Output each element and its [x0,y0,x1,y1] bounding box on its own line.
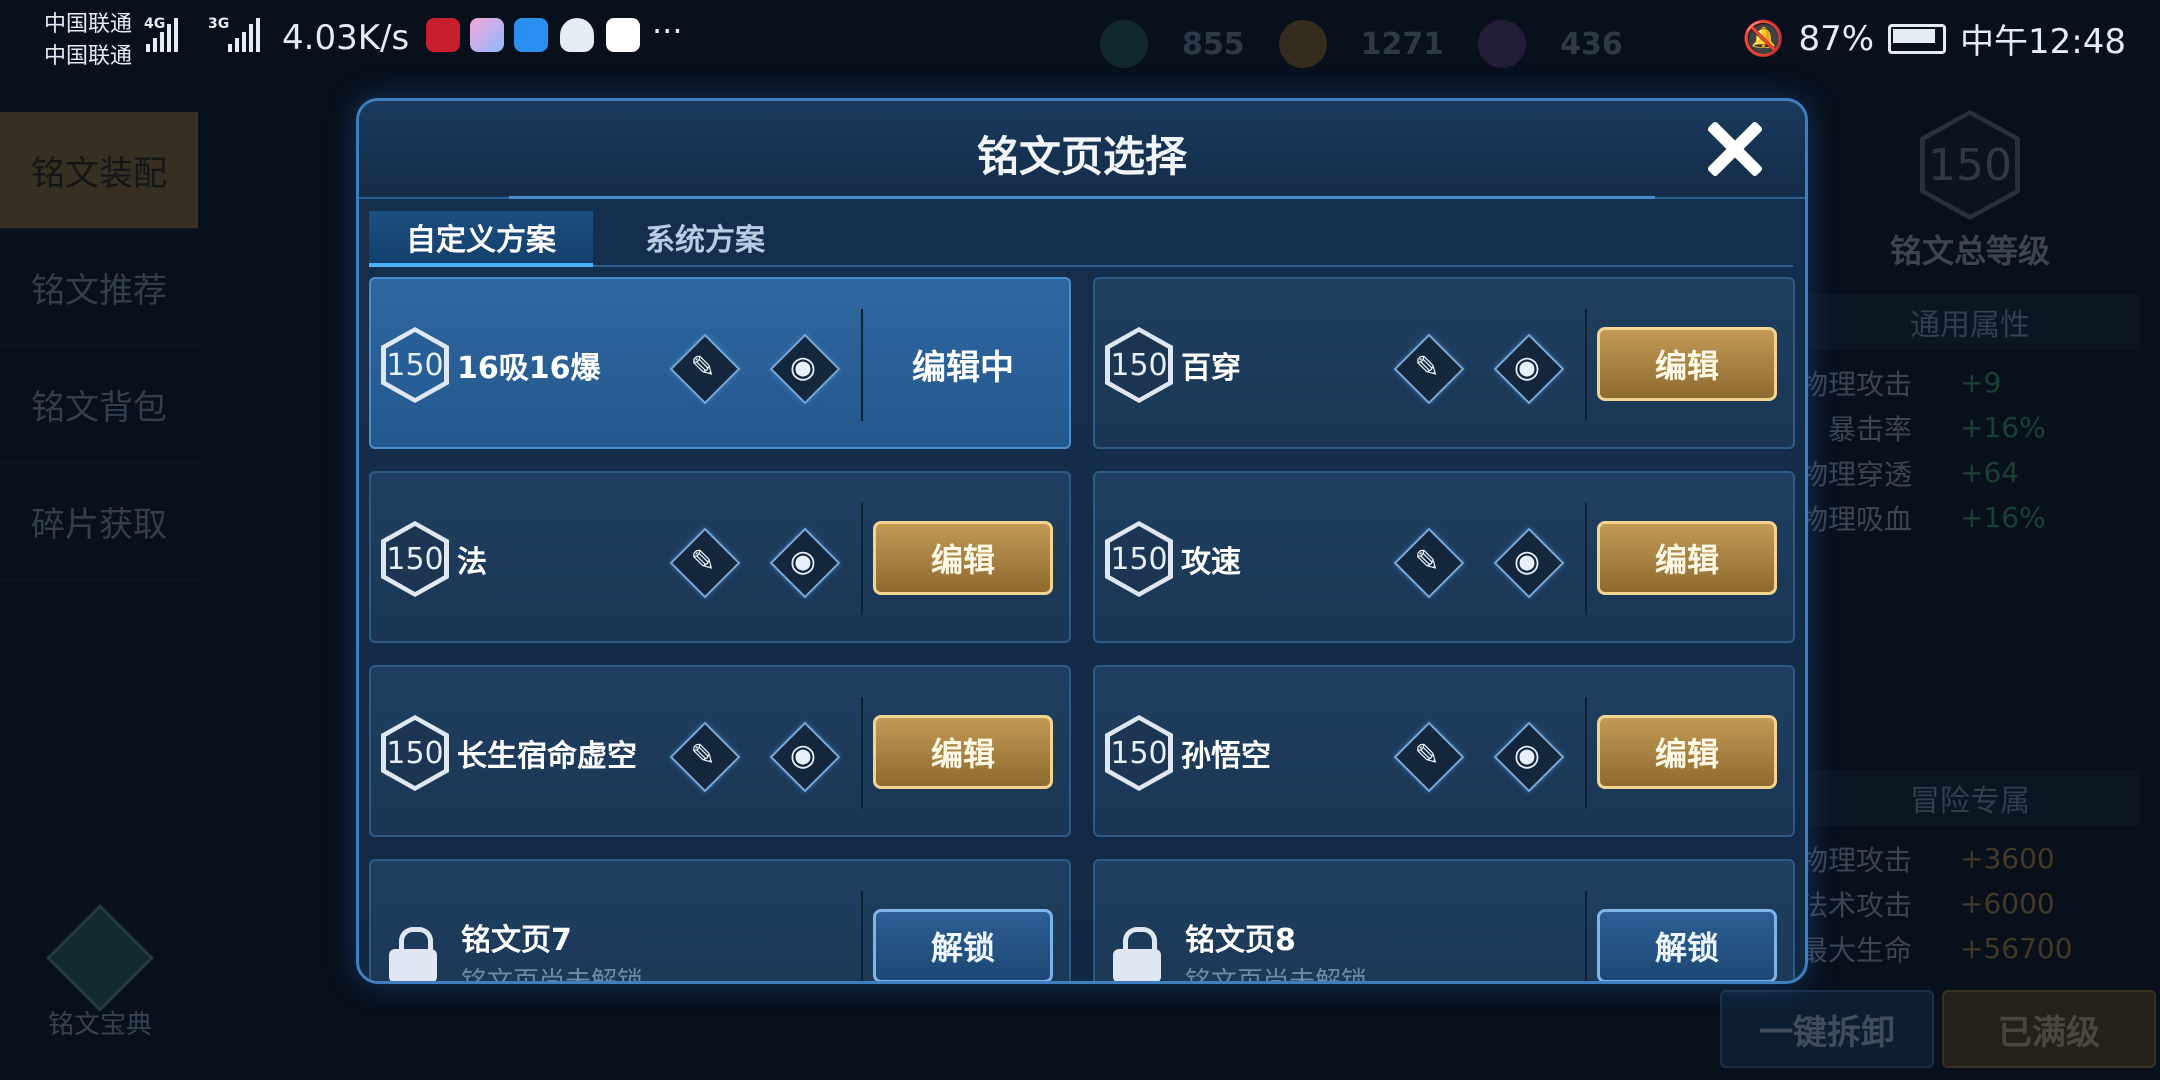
eye-icon: ◉ [789,349,817,385]
battery-percent: 87% [1798,18,1875,59]
eye-icon: ◉ [789,737,817,773]
clock: 中午12:48 [1960,22,2126,62]
mute-icon: 🔕 [1742,18,1785,59]
eye-icon: ◉ [1513,349,1541,385]
rename-button[interactable]: ✎ [667,331,741,405]
preview-button[interactable]: ◉ [767,525,841,599]
edit-button[interactable]: 编辑 [873,521,1053,595]
level-badge: 150 [1105,715,1173,791]
level-badge: 150 [381,327,449,403]
rune-page-name: 铭文页7 [461,923,572,958]
editing-status: 编辑中 [912,347,1014,388]
qq-icon [560,18,594,52]
signal-icon [228,18,260,52]
level-value: 150 [1110,526,1168,592]
edit-button[interactable]: 编辑 [1597,521,1777,595]
rune-page-name: 长生宿命虚空 [457,739,637,774]
app-notification-icon [470,18,504,52]
level-badge: 150 [381,715,449,791]
battery-icon [1888,23,1947,54]
level-badge: 150 [1105,521,1173,597]
divider [1585,503,1587,615]
network-speed: 4.03K/s [282,18,410,58]
level-value: 150 [386,332,444,398]
unlock-button[interactable]: 解锁 [1597,909,1777,981]
signal-icon [146,18,178,52]
divider [861,309,863,421]
locked-rune-page-card[interactable]: 铭文页7 铭文页尚未解锁 解锁 [369,859,1071,984]
pencil-icon: ✎ [1414,543,1440,579]
app-notification-icon [514,18,548,52]
carrier-2: 中国联通 [44,44,133,69]
divider [1585,697,1587,809]
preview-button[interactable]: ◉ [1491,719,1565,793]
pencil-icon: ✎ [690,543,716,579]
pencil-icon: ✎ [690,737,716,773]
level-value: 150 [1110,720,1168,786]
divider [861,891,863,981]
dialog-header: 铭文页选择 [359,101,1805,199]
more-icon: ··· [652,12,683,50]
network-type-2: 3G [208,16,230,32]
eye-icon: ◉ [789,543,817,579]
app-notification-icon [426,18,460,52]
unlock-button[interactable]: 解锁 [873,909,1053,981]
level-value: 150 [386,526,444,592]
rename-button[interactable]: ✎ [667,719,741,793]
tab-system-plans[interactable]: 系统方案 [593,211,817,263]
eye-icon: ◉ [1513,543,1541,579]
rename-button[interactable]: ✎ [1391,525,1465,599]
preview-button[interactable]: ◉ [767,331,841,405]
rename-button[interactable]: ✎ [1391,719,1465,793]
pencil-icon: ✎ [690,349,716,385]
divider [861,503,863,615]
lock-icon [1113,927,1161,981]
rune-page-card[interactable]: 150 16吸16爆 ✎ ◉ 编辑中 [369,277,1071,449]
tab-custom-plans[interactable]: 自定义方案 [369,211,593,267]
rune-page-name: 法 [457,545,487,580]
rune-page-card[interactable]: 150 法 ✎ ◉ 编辑 [369,471,1071,643]
rename-button[interactable]: ✎ [667,525,741,599]
rune-page-name: 16吸16爆 [457,351,601,386]
level-badge: 150 [381,521,449,597]
level-value: 150 [386,720,444,786]
rune-page-name: 攻速 [1181,545,1241,580]
locked-hint: 铭文页尚未解锁 [461,967,644,984]
rune-page-name: 铭文页8 [1185,923,1296,958]
preview-button[interactable]: ◉ [1491,525,1565,599]
tab-bar: 自定义方案 系统方案 [369,211,1793,267]
preview-button[interactable]: ◉ [767,719,841,793]
pencil-icon: ✎ [1414,349,1440,385]
rune-page-select-dialog: 铭文页选择 自定义方案 系统方案 150 16吸16爆 ✎ ◉ 编辑中 150 … [356,98,1808,984]
rune-page-card[interactable]: 150 百穿 ✎ ◉ 编辑 [1093,277,1795,449]
divider [1585,891,1587,981]
rune-page-name: 孙悟空 [1181,739,1271,774]
divider [1585,309,1587,421]
rune-page-card[interactable]: 150 孙悟空 ✎ ◉ 编辑 [1093,665,1795,837]
rune-page-card[interactable]: 150 攻速 ✎ ◉ 编辑 [1093,471,1795,643]
dialog-title: 铭文页选择 [976,132,1187,181]
eye-icon: ◉ [1513,737,1541,773]
edit-button[interactable]: 编辑 [1597,715,1777,789]
lock-icon [389,927,437,981]
level-value: 150 [1110,332,1168,398]
status-bar: 中国联通 中国联通 4G 3G 4.03K/s ··· 🔕 87% 中午12:4… [0,0,2160,72]
rune-page-name: 百穿 [1181,351,1241,386]
preview-button[interactable]: ◉ [1491,331,1565,405]
locked-rune-page-card[interactable]: 铭文页8 铭文页尚未解锁 解锁 [1093,859,1795,984]
carrier-1: 中国联通 [44,12,133,37]
divider [861,697,863,809]
close-button[interactable] [1705,119,1765,179]
rune-page-card[interactable]: 150 长生宿命虚空 ✎ ◉ 编辑 [369,665,1071,837]
level-badge: 150 [1105,327,1173,403]
locked-hint: 铭文页尚未解锁 [1185,967,1368,984]
pencil-icon: ✎ [1414,737,1440,773]
rename-button[interactable]: ✎ [1391,331,1465,405]
status-right: 🔕 87% 中午12:48 [1742,14,2126,63]
edit-button[interactable]: 编辑 [1597,327,1777,401]
edit-button[interactable]: 编辑 [873,715,1053,789]
youku-icon [606,18,640,52]
